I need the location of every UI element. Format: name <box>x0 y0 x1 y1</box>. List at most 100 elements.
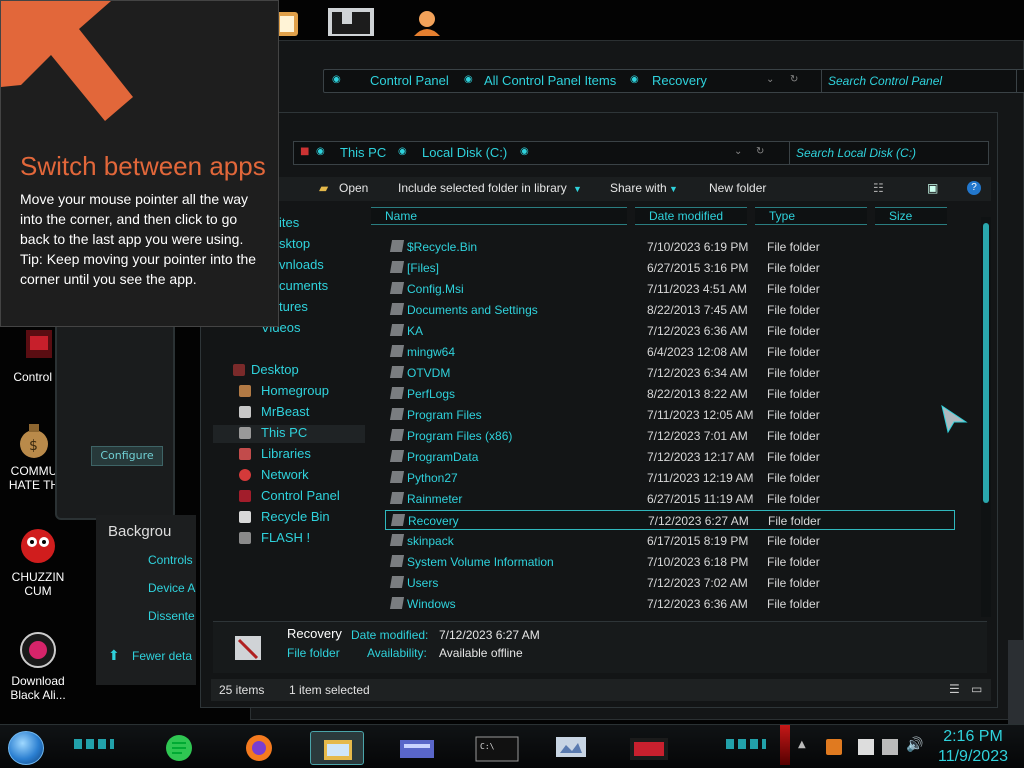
file-row[interactable]: System Volume Information 7/10/2023 6:18 … <box>385 552 955 572</box>
desktop-icon-label: COMMU HATE TH <box>8 464 60 492</box>
file-row[interactable]: Recovery 7/12/2023 6:27 AM File folder <box>385 510 955 530</box>
details-name: Recovery <box>287 626 342 641</box>
help-icon[interactable]: ? <box>967 181 981 195</box>
start-button[interactable] <box>8 731 44 765</box>
bg-item-controls[interactable]: Controls <box>148 553 193 567</box>
app-icon-window[interactable] <box>328 8 374 36</box>
background-panel: Backgrou Controls Device A Dissente Fewe… <box>96 515 196 685</box>
file-row[interactable]: Rainmeter 6/27/2015 11:19 AM File folder <box>385 489 955 509</box>
control-panel-icon <box>18 326 58 366</box>
file-date: 6/27/2015 3:16 PM <box>647 261 749 275</box>
nav-homegroup[interactable]: Homegroup <box>213 383 365 401</box>
preview-pane-icon[interactable]: ▣ <box>927 181 938 195</box>
chuzzle-icon <box>18 526 58 566</box>
breadcrumb-this-pc[interactable]: This PC <box>340 145 386 160</box>
old-window-frame: Configure <box>55 320 175 520</box>
taskbar-spotify[interactable] <box>152 731 206 765</box>
file-name: Program Files (x86) <box>407 429 513 443</box>
nav-recycle-bin[interactable]: Recycle Bin <box>213 509 365 527</box>
file-row[interactable]: Program Files 7/11/2023 12:05 AM File fold… <box>385 405 955 425</box>
nav-mrbeast[interactable]: MrBeast <box>213 404 365 422</box>
file-row[interactable]: ProgramData 7/12/2023 12:17 AM File folder <box>385 447 955 467</box>
nav-desktop[interactable]: Desktop <box>213 362 365 380</box>
taskbar-control-panel[interactable] <box>390 731 444 765</box>
folder-icon <box>389 366 405 378</box>
refresh-icon[interactable]: ↻ <box>790 74 798 85</box>
desktop-icon-download[interactable]: Download Black Ali... <box>0 630 76 702</box>
bg-item-device[interactable]: Device A <box>148 581 195 595</box>
chevron-down-icon: ▼ <box>669 184 678 194</box>
clock-date: 11/9/2023 <box>938 748 1008 765</box>
folder-icon <box>389 345 405 357</box>
taskbar-media[interactable] <box>622 731 676 765</box>
explorer-search-input[interactable]: Search Local Disk (C:) <box>789 141 989 165</box>
chevron-down-icon[interactable]: ⌄ <box>734 146 742 157</box>
file-row[interactable]: $Recycle.Bin 7/10/2023 6:19 PM File folder <box>385 237 955 257</box>
taskbar-decoration <box>726 739 766 749</box>
nav-libraries[interactable]: Libraries <box>213 446 365 464</box>
file-row[interactable]: Python27 7/11/2023 12:19 AM File folder <box>385 468 955 488</box>
file-row[interactable]: OTVDM 7/12/2023 6:34 AM File folder <box>385 363 955 383</box>
large-icons-view-icon[interactable]: ▭ <box>971 682 982 696</box>
breadcrumb-separator: ◉ <box>332 74 341 85</box>
file-row[interactable]: KA 7/12/2023 6:36 AM File folder <box>385 321 955 341</box>
details-availability-value: Available offline <box>439 646 523 660</box>
details-view-icon[interactable]: ☰ <box>949 682 960 696</box>
chevron-down-icon[interactable]: ⌄ <box>766 74 774 85</box>
user-avatar-icon[interactable] <box>410 8 444 36</box>
breadcrumb-all-items[interactable]: All Control Panel Items <box>484 73 616 88</box>
file-row[interactable]: mingw64 6/4/2023 12:08 AM File folder <box>385 342 955 362</box>
include-in-library-button[interactable]: Include selected folder in library <box>398 181 567 195</box>
breadcrumb-control-panel[interactable]: Control Panel <box>370 73 449 88</box>
column-header-type[interactable]: Type <box>755 207 867 225</box>
file-row[interactable]: Program Files (x86) 7/12/2023 7:01 AM File… <box>385 426 955 446</box>
nav-control-panel[interactable]: Control Panel <box>213 488 365 506</box>
file-name: Config.Msi <box>407 282 464 296</box>
scrollbar-thumb[interactable] <box>983 223 989 503</box>
computer-icon <box>239 427 251 439</box>
configure-button[interactable]: Configure <box>91 446 163 466</box>
column-header-size[interactable]: Size <box>875 207 947 225</box>
column-header-name[interactable]: Name <box>371 207 627 225</box>
taskbar-monitor[interactable] <box>544 731 598 765</box>
nav-this-pc[interactable]: This PC <box>213 425 365 443</box>
nav-flash[interactable]: FLASH ! <box>213 530 365 548</box>
taskbar-cmd[interactable]: C:\ <box>470 731 524 765</box>
file-row[interactable]: [Files] 6/27/2015 3:16 PM File folder <box>385 258 955 278</box>
breadcrumb-recovery[interactable]: Recovery <box>652 73 707 88</box>
file-row[interactable]: Windows 7/12/2023 6:36 AM File folder <box>385 594 955 614</box>
share-with-button[interactable]: Share with <box>610 181 667 195</box>
desktop: Control F $ COMMU HATE TH CHUZZIN CUM Do… <box>0 0 1024 768</box>
tip-body: Move your mouse pointer all the way into… <box>20 189 270 289</box>
file-date: 7/12/2023 6:27 AM <box>648 514 749 528</box>
file-name: Python27 <box>407 471 458 485</box>
file-row[interactable]: Config.Msi 7/11/2023 4:51 AM File folder <box>385 279 955 299</box>
volume-icon[interactable]: 🔊 <box>906 737 923 753</box>
view-options-icon[interactable]: ☷ <box>873 181 884 195</box>
breadcrumb-local-disk[interactable]: Local Disk (C:) <box>422 145 507 160</box>
nav-network[interactable]: Network <box>213 467 365 485</box>
action-center-icon[interactable] <box>858 739 874 755</box>
new-folder-button[interactable]: New folder <box>709 181 766 195</box>
alienware-icon <box>18 630 58 670</box>
file-date: 8/22/2013 8:22 AM <box>647 387 748 401</box>
fewer-details-link[interactable]: Fewer deta <box>132 649 192 663</box>
bg-item-dissente[interactable]: Dissente <box>148 609 195 623</box>
file-type: File folder <box>767 429 820 443</box>
file-row[interactable]: skinpack 6/17/2015 8:19 PM File folder <box>385 531 955 551</box>
refresh-icon[interactable]: ↻ <box>756 146 764 157</box>
taskbar-firefox[interactable] <box>232 731 286 765</box>
open-button[interactable]: Open <box>339 181 368 195</box>
column-header-date[interactable]: Date modified <box>635 207 747 225</box>
desktop-icon-chuzzin[interactable]: CHUZZIN CUM <box>0 526 76 598</box>
file-row[interactable]: Documents and Settings 8/22/2013 7:45 AM F… <box>385 300 955 320</box>
file-row[interactable]: PerfLogs 8/22/2013 8:22 AM File folder <box>385 384 955 404</box>
system-clock[interactable]: 2:16 PM 11/9/2023 <box>938 727 1008 767</box>
network-tray-icon[interactable] <box>882 739 898 755</box>
vertical-scrollbar[interactable] <box>981 217 991 617</box>
java-update-icon[interactable] <box>826 739 842 755</box>
taskbar-explorer[interactable] <box>310 731 364 765</box>
control-panel-search-input[interactable]: Search Control Panel <box>821 69 1017 93</box>
file-row[interactable]: Users 7/12/2023 7:02 AM File folder <box>385 573 955 593</box>
show-hidden-icons[interactable]: ▲ <box>798 739 814 755</box>
